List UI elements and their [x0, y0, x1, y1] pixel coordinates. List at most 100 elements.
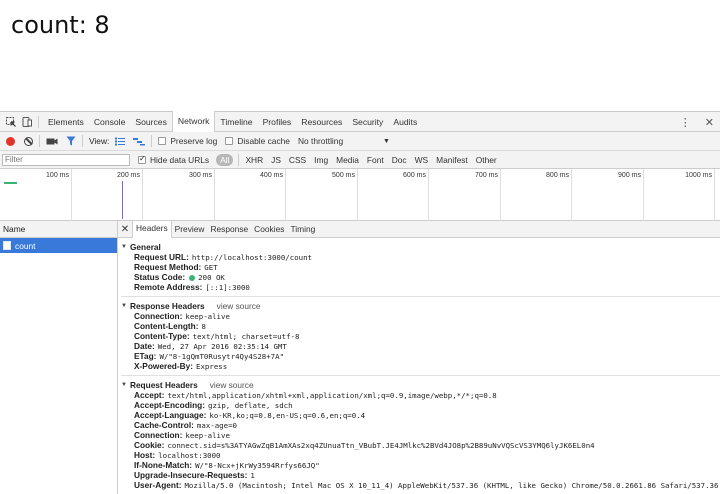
filter-bar: Hide data URLs All XHR JS CSS Img Media … [0, 151, 720, 169]
header-row: Request URL: http://localhost:3000/count [134, 252, 312, 262]
header-row: Content-Type: text/html; charset=utf-8 [134, 331, 300, 341]
request-row-count[interactable]: count [0, 238, 117, 253]
preserve-log-toggle[interactable]: Preserve log [158, 136, 217, 146]
tab-console[interactable]: Console [89, 112, 131, 132]
header-row: Connection: keep-alive [134, 311, 230, 321]
network-toolbar: View: Preserve log Disable cache No thro… [0, 132, 720, 151]
tab-resources[interactable]: Resources [296, 112, 347, 132]
filter-type-manifest[interactable]: Manifest [436, 155, 468, 165]
filter-type-css[interactable]: CSS [289, 155, 306, 165]
close-details-icon[interactable]: ✕ [118, 224, 132, 235]
header-row: Accept-Language: ko-KR,ko;q=0.8,en-US;q=0… [134, 410, 366, 420]
timeline-overview[interactable]: 100 ms 200 ms 300 ms 400 ms 500 ms 600 m… [0, 169, 720, 221]
request-timing-bar [4, 182, 17, 184]
details-tabbar: ✕ Headers Preview Response Cookies Timin… [118, 221, 720, 238]
disable-cache-toggle[interactable]: Disable cache [225, 136, 290, 146]
disable-cache-checkbox[interactable] [225, 137, 234, 145]
header-row: Accept: text/html,application/xhtml+xml,a… [134, 390, 497, 400]
preserve-log-checkbox[interactable] [158, 137, 167, 145]
name-column-header[interactable]: Name [0, 221, 117, 238]
tab-cookies[interactable]: Cookies [251, 221, 287, 238]
filter-input[interactable] [2, 153, 130, 166]
tab-timing[interactable]: Timing [287, 221, 318, 238]
more-options-icon[interactable]: ⋮ [680, 116, 691, 129]
response-headers-section-header[interactable]: ▼ Response Headers view source [121, 300, 720, 311]
clear-icon[interactable] [24, 136, 33, 146]
record-icon[interactable] [6, 136, 15, 146]
timeline-tick: 600 ms [358, 169, 429, 221]
throttling-value: No throttling [297, 136, 344, 146]
timeline-tick: 1000 ms [644, 169, 715, 221]
collapse-triangle-icon: ▼ [121, 302, 127, 309]
timeline-tick: 400 ms [215, 169, 286, 221]
timeline-tick: 100 ms [0, 169, 72, 221]
view-label: View: [89, 136, 110, 146]
section-divider [121, 296, 720, 297]
general-section-header[interactable]: ▼ General [121, 241, 720, 252]
tab-profiles[interactable]: Profiles [258, 112, 297, 132]
large-rows-icon[interactable] [115, 137, 126, 146]
tabbar-divider [38, 115, 39, 128]
header-row: Connection: keep-alive [134, 430, 230, 440]
load-event-marker [122, 181, 123, 219]
filter-type-js[interactable]: JS [271, 155, 281, 165]
filter-type-ws[interactable]: WS [415, 155, 429, 165]
filter-type-other[interactable]: Other [476, 155, 497, 165]
capture-screenshots-icon[interactable] [46, 137, 58, 146]
tab-sources[interactable]: Sources [130, 112, 172, 132]
timeline-tick: 900 ms [572, 169, 644, 221]
tab-response[interactable]: Response [207, 221, 251, 238]
header-row: Host: localhost:3000 [134, 450, 221, 460]
devtools-panel: Elements Console Sources Network Timelin… [0, 111, 720, 494]
devtools-tabbar: Elements Console Sources Network Timelin… [0, 111, 720, 132]
request-headers-section-header[interactable]: ▼ Request Headers view source [121, 379, 720, 390]
timeline-tick: 300 ms [143, 169, 215, 221]
tab-timeline[interactable]: Timeline [215, 112, 257, 132]
preserve-log-label: Preserve log [170, 136, 218, 146]
header-row: User-Agent: Mozilla/5.0 (Macintosh; Intel… [134, 480, 719, 490]
filter-type-doc[interactable]: Doc [392, 155, 407, 165]
inspect-element-icon[interactable] [5, 116, 16, 127]
request-name: count [15, 240, 36, 251]
filter-type-media[interactable]: Media [336, 155, 359, 165]
header-row: Status Code: 200 OK [134, 272, 225, 282]
request-list: Name count [0, 221, 118, 494]
filter-type-all[interactable]: All [216, 153, 234, 166]
filter-divider [238, 153, 240, 166]
close-devtools-icon[interactable]: ✕ [705, 116, 714, 129]
header-row: ETag: W/"8-1gQmT0Rusytr4Qy4S28+7A" [134, 351, 285, 361]
tab-elements[interactable]: Elements [43, 112, 89, 132]
header-row: Upgrade-Insecure-Requests: 1 [134, 470, 255, 480]
filter-icon[interactable] [66, 136, 76, 146]
header-row: Accept-Encoding: gzip, deflate, sdch [134, 400, 293, 410]
hide-data-urls-checkbox[interactable] [138, 154, 146, 164]
view-source-link[interactable]: view source [210, 380, 254, 390]
request-details: ✕ Headers Preview Response Cookies Timin… [118, 221, 720, 494]
waterfall-view-icon[interactable] [133, 137, 146, 146]
toolbar-divider [82, 135, 83, 147]
header-row: Request Method: GET [134, 262, 218, 272]
status-ok-icon [189, 274, 196, 281]
timeline-tick: 800 ms [501, 169, 572, 221]
tab-network[interactable]: Network [171, 111, 216, 132]
tab-audits[interactable]: Audits [388, 112, 422, 132]
document-icon [3, 241, 11, 250]
header-row: If-None-Match: W/"8-Ncx+jKrWy3594Rrfys66J… [134, 460, 320, 470]
header-row: Cookie: connect.sid=s%3ATYAGwZqB1AmXAs2xq… [134, 440, 595, 450]
filter-type-xhr[interactable]: XHR [245, 155, 263, 165]
filter-type-img[interactable]: Img [314, 155, 328, 165]
disable-cache-label: Disable cache [237, 136, 290, 146]
header-row: Cache-Control: max-age=0 [134, 420, 237, 430]
hide-data-urls-toggle[interactable]: Hide data URLs [138, 154, 210, 165]
tab-security[interactable]: Security [347, 112, 388, 132]
header-row: Remote Address: [::1]:3000 [134, 282, 250, 292]
device-mode-icon[interactable] [21, 116, 32, 127]
throttling-select[interactable]: No throttling ▼ [298, 136, 390, 146]
tab-preview[interactable]: Preview [172, 221, 208, 238]
hide-data-urls-label: Hide data URLs [150, 154, 210, 165]
view-source-link[interactable]: view source [217, 301, 261, 311]
filter-type-font[interactable]: Font [367, 155, 384, 165]
page-heading: count: 8 [11, 11, 110, 39]
tab-headers[interactable]: Headers [132, 221, 172, 238]
header-row: Date: Wed, 27 Apr 2016 02:35:14 GMT [134, 341, 287, 351]
